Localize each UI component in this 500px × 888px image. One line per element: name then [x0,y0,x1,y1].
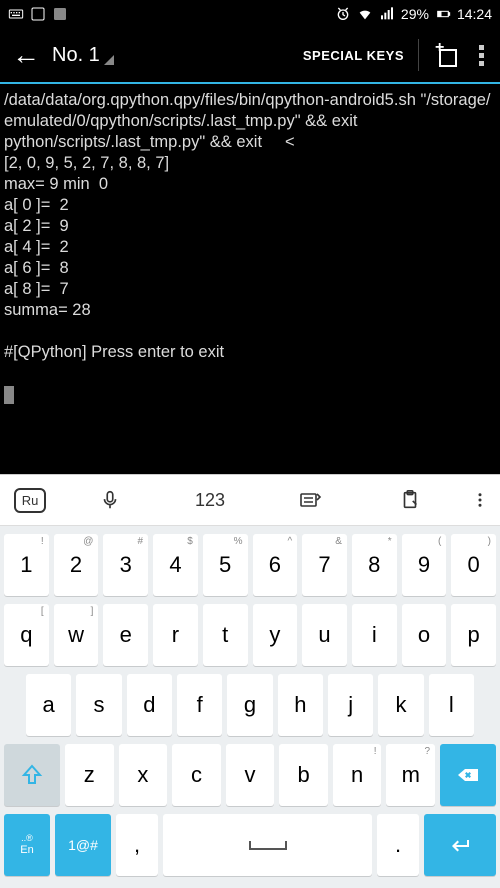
terminal-text: /data/data/org.qpython.qpy/files/bin/qpy… [4,91,491,361]
keyboard-settings-button[interactable] [460,475,500,525]
key-u[interactable]: u [302,604,347,666]
battery-icon [435,6,451,22]
key-2[interactable]: 2@ [54,534,99,596]
battery-percent: 29% [401,6,429,22]
clock: 14:24 [457,6,492,22]
cursor [4,386,14,404]
key-p[interactable]: p [451,604,496,666]
key-0[interactable]: 0) [451,534,496,596]
key-row-1: 1!2@3#4$5%6^7&8*9(0) [4,534,496,596]
back-button[interactable]: ← [12,39,40,71]
key-g[interactable]: g [227,674,272,736]
key-f[interactable]: f [177,674,222,736]
key-o[interactable]: o [402,604,447,666]
key-3[interactable]: 3# [103,534,148,596]
key-t[interactable]: t [203,604,248,666]
key-h[interactable]: h [278,674,323,736]
key-m[interactable]: m? [386,744,435,806]
language-key[interactable]: ..® En [4,814,50,876]
enter-key[interactable] [424,814,496,876]
key-l[interactable]: l [429,674,474,736]
soft-keyboard: Ru 123 1!2@3#4$5%6^7&8*9(0) q[w]ertyuiop… [0,474,500,888]
key-d[interactable]: d [127,674,172,736]
overflow-menu-button[interactable] [475,41,488,70]
comma-key[interactable]: , [116,814,158,876]
key-8[interactable]: 8* [352,534,397,596]
key-e[interactable]: e [103,604,148,666]
key-row-3: asdfghjkl [4,674,496,736]
key-7[interactable]: 7& [302,534,347,596]
numeric-button[interactable]: 123 [160,475,260,525]
key-1[interactable]: 1! [4,534,49,596]
handwriting-button[interactable] [260,475,360,525]
period-key[interactable]: . [377,814,419,876]
special-keys-button[interactable]: SPECIAL KEYS [303,48,404,63]
backspace-key[interactable] [440,744,496,806]
key-a[interactable]: a [26,674,71,736]
key-y[interactable]: y [253,604,298,666]
key-c[interactable]: c [172,744,221,806]
key-k[interactable]: k [378,674,423,736]
key-s[interactable]: s [76,674,121,736]
terminal-output[interactable]: /data/data/org.qpython.qpy/files/bin/qpy… [0,84,500,434]
chevron-down-icon [104,55,114,65]
clipboard-button[interactable] [360,475,460,525]
key-i[interactable]: i [352,604,397,666]
app-status-icon-2 [52,6,68,22]
wifi-icon [357,6,373,22]
key-9[interactable]: 9( [402,534,447,596]
key-4[interactable]: 4$ [153,534,198,596]
space-key[interactable] [163,814,372,876]
key-z[interactable]: z [65,744,114,806]
key-row-2: q[w]ertyuiop [4,604,496,666]
key-row-5: ..® En 1@# , . [4,814,496,876]
language-toggle[interactable]: Ru [0,475,60,525]
new-session-button[interactable]: + [433,43,457,67]
session-title: No. 1 [52,44,100,67]
key-v[interactable]: v [226,744,275,806]
keyboard-status-icon [8,6,24,22]
alarm-icon [335,6,351,22]
key-x[interactable]: x [119,744,168,806]
voice-input-button[interactable] [60,475,160,525]
app-status-icon-1 [30,6,46,22]
key-row-4: zxcvbn!m? [4,744,496,806]
shift-key[interactable] [4,744,60,806]
divider [418,39,419,71]
signal-icon [379,6,395,22]
key-6[interactable]: 6^ [253,534,298,596]
session-dropdown[interactable]: No. 1 [52,44,114,67]
key-r[interactable]: r [153,604,198,666]
key-j[interactable]: j [328,674,373,736]
key-q[interactable]: q[ [4,604,49,666]
app-bar: ← No. 1 SPECIAL KEYS + [0,28,500,84]
key-b[interactable]: b [279,744,328,806]
status-bar: 29% 14:24 [0,0,500,28]
key-5[interactable]: 5% [203,534,248,596]
keyboard-toolbar: Ru 123 [0,474,500,526]
key-w[interactable]: w] [54,604,99,666]
key-n[interactable]: n! [333,744,382,806]
symbols-key[interactable]: 1@# [55,814,111,876]
